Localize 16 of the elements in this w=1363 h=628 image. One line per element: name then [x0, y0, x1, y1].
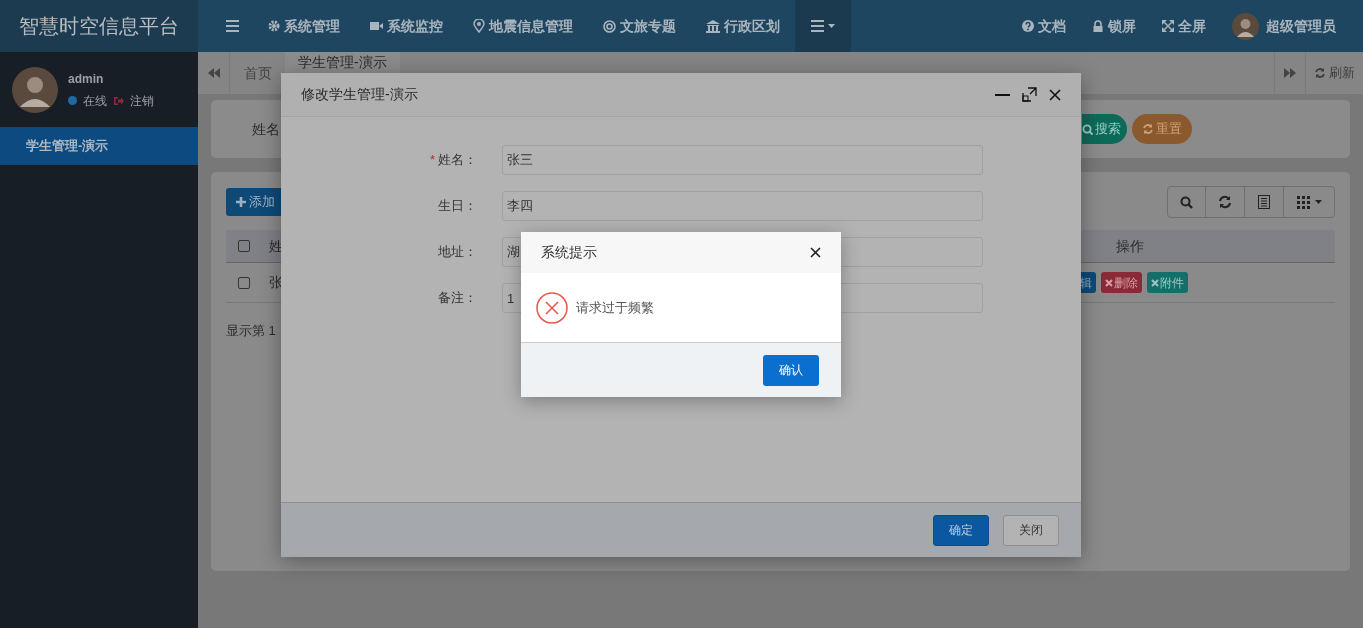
field-label: 生日： [438, 197, 477, 216]
pagination-info: 显示第 1 [226, 322, 277, 340]
table-cell-text: 张 [269, 273, 283, 292]
alert-message: 请求过于频繁 [576, 298, 654, 317]
column-header: 姓 [269, 236, 283, 256]
field-label: 备注： [438, 289, 477, 308]
search-label: 姓名 [252, 119, 280, 139]
app-title: 智慧时空信息平台 [19, 13, 179, 40]
online-status: 在线 [83, 92, 107, 110]
field-label: 姓名： [438, 151, 477, 170]
required-mark: * [429, 151, 435, 170]
field-label: 地址： [438, 243, 477, 262]
alert-title: 系统提示 [541, 243, 597, 262]
user-name: admin [68, 70, 105, 88]
dialog-title: 修改学生管理-演示 [301, 85, 418, 104]
column-header: 操作 [1116, 238, 1144, 254]
